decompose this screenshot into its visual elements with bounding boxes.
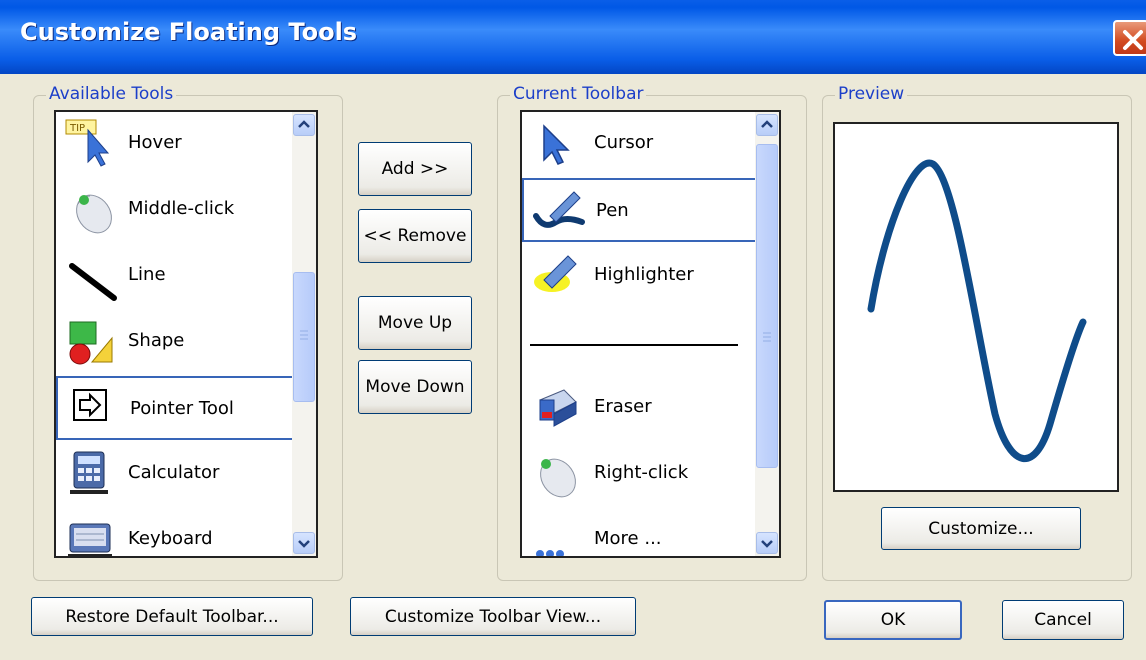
scroll-down-button[interactable]	[756, 532, 778, 554]
mouse-right-click-icon	[540, 458, 576, 498]
list-item[interactable]: Shape	[56, 310, 316, 374]
pen-icon	[533, 191, 585, 228]
ok-button[interactable]: OK	[824, 600, 962, 640]
list-item[interactable]: Eraser	[522, 376, 779, 440]
list-item-label: Line	[128, 264, 166, 285]
highlighter-icon	[534, 255, 577, 292]
list-item[interactable]: Calculator	[56, 442, 316, 506]
scroll-up-button[interactable]	[293, 114, 315, 136]
pointer-arrow-icon	[73, 389, 107, 421]
customize-button[interactable]: Customize...	[881, 507, 1081, 550]
available-tools-list[interactable]: TIP Hover Middle-click Line Shape Pointe…	[54, 110, 318, 558]
list-item-label: Hover	[128, 132, 182, 153]
chevron-up-icon	[761, 120, 773, 128]
list-item-selected[interactable]: Pen	[522, 178, 779, 242]
line-icon	[69, 263, 117, 301]
close-icon	[1123, 30, 1143, 50]
keyboard-icon	[68, 523, 112, 556]
cancel-button[interactable]: Cancel	[1002, 600, 1124, 640]
grip-icon	[763, 332, 771, 342]
list-item-label: Pen	[596, 200, 629, 221]
list-item[interactable]: Right-click	[522, 442, 779, 506]
list-item-label: Shape	[128, 330, 185, 351]
current-toolbar-list[interactable]: Cursor Pen Highlighter Eraser Right-clic…	[520, 110, 781, 558]
list-item-label: Calculator	[128, 462, 220, 483]
chevron-up-icon	[298, 120, 310, 128]
scroll-thumb[interactable]	[756, 144, 778, 468]
current-toolbar-label: Current Toolbar	[510, 84, 647, 104]
title-bar: Customize Floating Tools	[0, 0, 1146, 74]
window-title: Customize Floating Tools	[20, 18, 358, 46]
preview-canvas	[833, 122, 1119, 492]
list-item[interactable]: More ...	[522, 508, 779, 556]
available-tools-label: Available Tools	[46, 84, 177, 104]
chevron-down-icon	[761, 540, 773, 548]
remove-button[interactable]: << Remove	[358, 209, 472, 263]
chevron-down-icon	[298, 540, 310, 548]
toolbar-separator	[530, 344, 738, 346]
list-item-label: Eraser	[594, 396, 652, 417]
eraser-icon	[539, 389, 577, 427]
pen-stroke-preview	[867, 159, 1087, 462]
hover-tip-cursor-icon: TIP	[65, 119, 110, 167]
list-item-label: Pointer Tool	[130, 398, 234, 419]
close-button[interactable]	[1113, 20, 1146, 56]
list-item[interactable]: Line	[56, 244, 316, 308]
restore-default-toolbar-button[interactable]: Restore Default Toolbar...	[31, 597, 313, 636]
list-item[interactable]: Keyboard	[56, 508, 316, 556]
available-tools-scrollbar[interactable]	[292, 112, 316, 556]
shape-icon	[69, 321, 113, 365]
more-dots-icon	[536, 550, 564, 556]
list-item-label: Middle-click	[128, 198, 235, 219]
list-item-selected[interactable]: Pointer Tool	[56, 376, 316, 440]
list-item-label: More ...	[594, 528, 662, 549]
list-item-label: Right-click	[594, 462, 689, 483]
mouse-middle-click-icon	[76, 194, 112, 234]
list-item-label: Keyboard	[128, 528, 213, 549]
add-button[interactable]: Add >>	[358, 142, 472, 196]
cursor-arrow-icon	[543, 124, 570, 165]
calculator-icon	[70, 451, 108, 494]
svg-text:TIP: TIP	[69, 123, 85, 134]
list-item[interactable]: Cursor	[522, 112, 779, 176]
scroll-down-button[interactable]	[293, 532, 315, 554]
scroll-thumb[interactable]	[293, 272, 315, 402]
list-item[interactable]: Middle-click	[56, 178, 316, 242]
list-item[interactable]: TIP Hover	[56, 112, 316, 176]
move-down-button[interactable]: Move Down	[358, 360, 472, 414]
move-up-button[interactable]: Move Up	[358, 296, 472, 350]
current-toolbar-scrollbar[interactable]	[755, 112, 779, 556]
customize-toolbar-view-button[interactable]: Customize Toolbar View...	[350, 597, 636, 636]
grip-icon	[300, 330, 308, 340]
scroll-up-button[interactable]	[756, 114, 778, 136]
list-item-label: Cursor	[594, 132, 654, 153]
list-item[interactable]: Highlighter	[522, 244, 779, 308]
preview-label: Preview	[835, 84, 908, 104]
list-item-label: Highlighter	[594, 264, 694, 285]
